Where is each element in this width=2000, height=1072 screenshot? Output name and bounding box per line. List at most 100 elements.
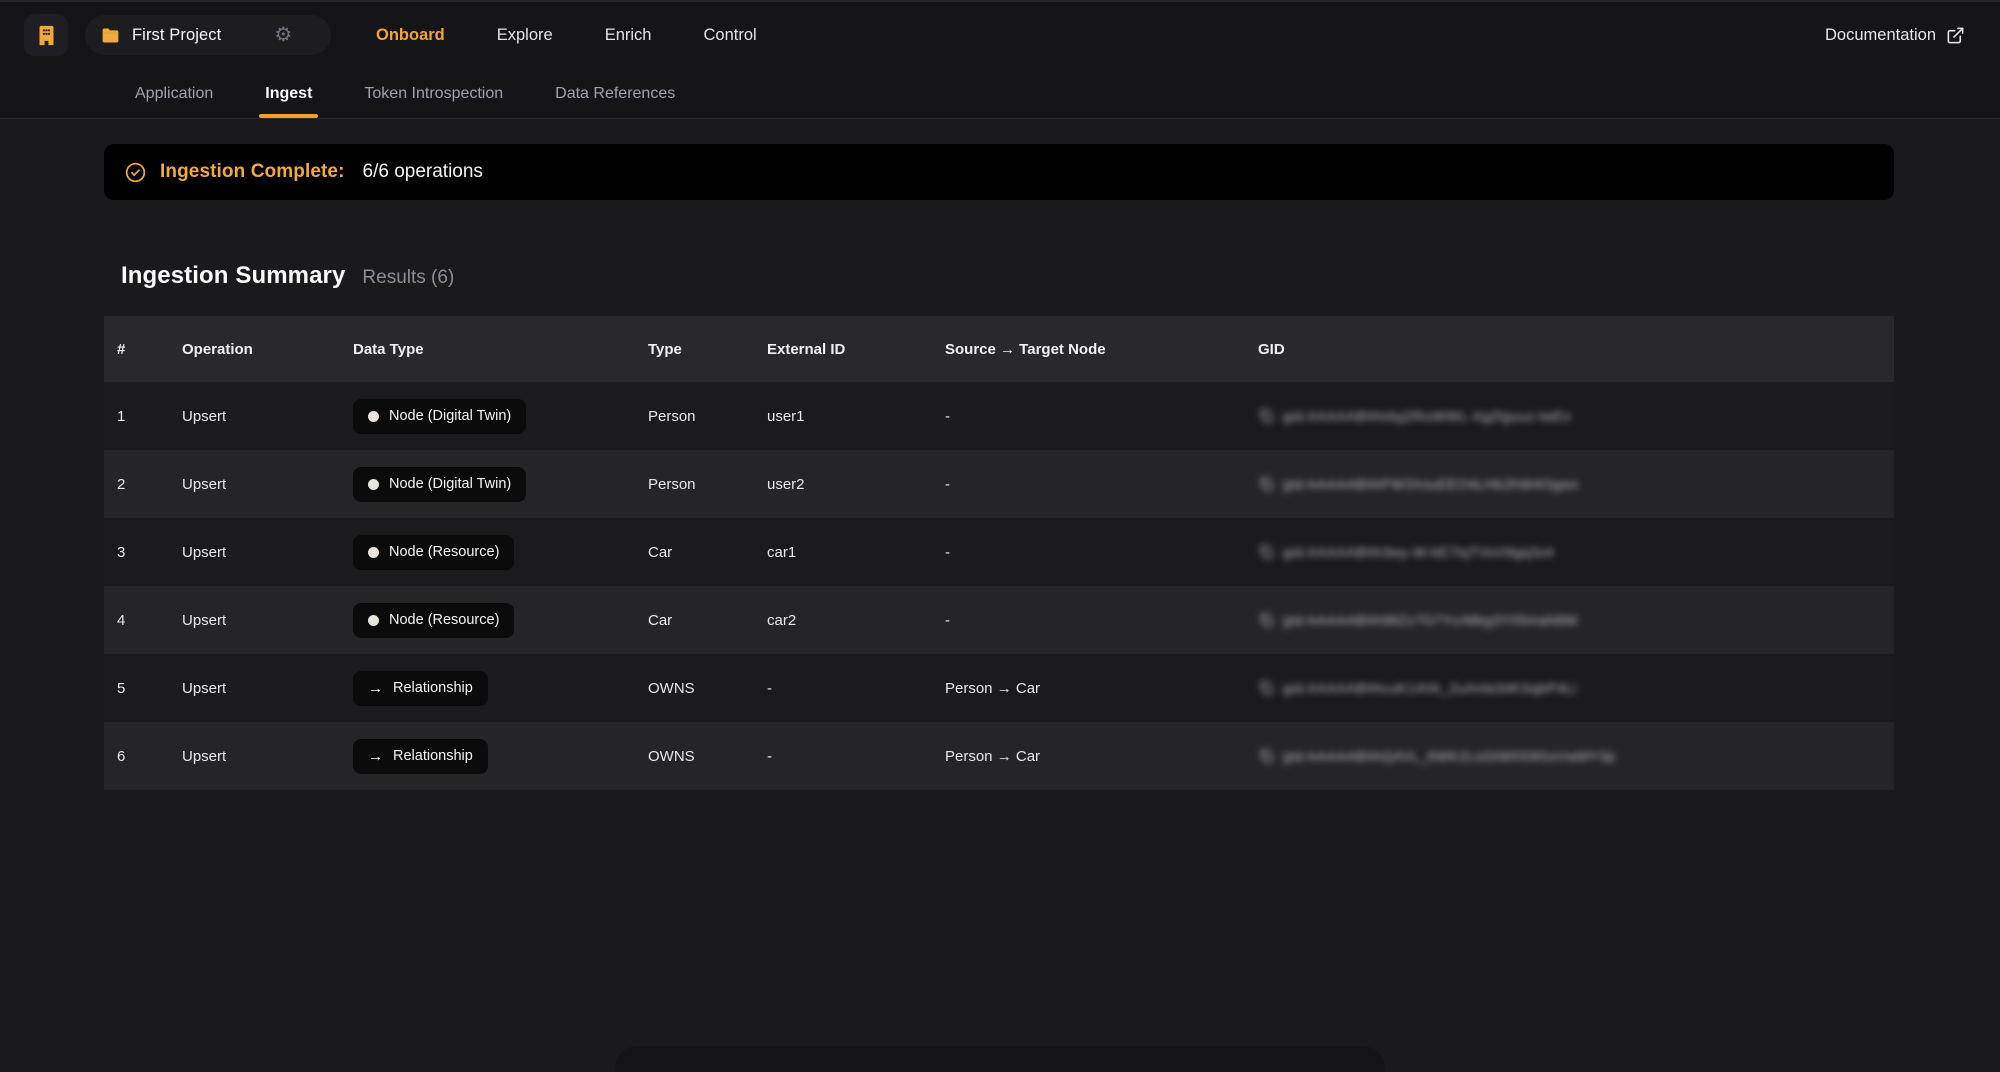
node-dot-icon [368,479,379,490]
main-content: Ingestion Complete: 6/6 operations Inges… [104,119,1894,790]
row-num: 3 [117,544,182,561]
page-title: Ingestion Summary [121,262,345,290]
row-num: 4 [117,612,182,629]
row-source-target: - [945,476,1258,493]
tab-application[interactable]: Application [135,68,213,120]
data-type-badge: Node (Digital Twin) [353,467,526,502]
row-operation: Upsert [182,612,353,629]
row-gid[interactable]: gid:AAAAABhhcuK14Vk_2uAnla34KSqbP4Li [1258,680,1894,696]
gid-value: gid:AAAAABhh98Zz7G7YcrMkg3Y05maN8M [1283,612,1578,628]
gid-value: gid:AAAAABhh3wy-W-kE7IqTVoV9gq3x4 [1283,544,1554,560]
copy-icon[interactable] [1258,544,1274,560]
ingestion-status-banner: Ingestion Complete: 6/6 operations [104,144,1894,200]
nav-tab-enrich[interactable]: Enrich [605,26,652,45]
gid-value: gid:AAAAABhhcuK14Vk_2uAnla34KSqbP4Li [1283,680,1577,696]
row-operation: Upsert [182,748,353,765]
row-external-id: user1 [767,408,945,425]
table-row: 5 Upsert →Relationship OWNS - Person → C… [104,654,1894,722]
nav-tab-onboard[interactable]: Onboard [376,26,445,45]
row-operation: Upsert [182,408,353,425]
row-external-id: car2 [767,612,945,629]
copy-icon[interactable] [1258,680,1274,696]
node-dot-icon [368,615,379,626]
app-logo-button[interactable] [24,14,68,56]
arrow-right-icon: → [368,681,383,696]
summary-header: Ingestion Summary Results (6) [121,262,1894,290]
top-header: First Project ⚙ Onboard Explore Enrich C… [0,0,2000,119]
col-data-type: Data Type [353,341,648,358]
row-operation: Upsert [182,476,353,493]
row-num: 2 [117,476,182,493]
row-external-id: car1 [767,544,945,561]
gid-value: gid:AAAAABhhFW3XsuEEO4LHk2hW4Ogwx [1283,476,1579,492]
external-link-icon [1946,26,1965,45]
row-num: 1 [117,408,182,425]
col-gid: GID [1258,341,1894,358]
table-row: 2 Upsert Node (Digital Twin) Person user… [104,450,1894,518]
badge-label: Node (Resource) [389,612,499,628]
col-num: # [117,341,182,358]
row-gid[interactable]: gid:AAAAABhhQ4VL_6WK2LsGtW0S9GsVwMY3p [1258,748,1894,764]
col-source-target: Source → Target Node [945,341,1258,358]
badge-label: Node (Resource) [389,544,499,560]
table-row: 3 Upsert Node (Resource) Car car1 - gid:… [104,518,1894,586]
secondary-nav-row: Application Ingest Token Introspection D… [0,68,2000,120]
gear-icon[interactable]: ⚙ [274,25,292,45]
gid-value: gid:AAAAABhhQ4VL_6WK2LsGtW0S9GsVwMY3p [1283,748,1615,764]
banner-detail: 6/6 operations [363,161,483,183]
row-source-target: - [945,408,1258,425]
row-source-target: - [945,612,1258,629]
row-operation: Upsert [182,544,353,561]
table-row: 6 Upsert →Relationship OWNS - Person → C… [104,722,1894,790]
table-row: 1 Upsert Node (Digital Twin) Person user… [104,382,1894,450]
badge-label: Node (Digital Twin) [389,476,511,492]
table-row: 4 Upsert Node (Resource) Car car2 - gid:… [104,586,1894,654]
nav-tab-control[interactable]: Control [703,26,756,45]
data-type-badge: Node (Resource) [353,535,514,570]
row-gid[interactable]: gid:AAAAABhh3wy-W-kE7IqTVoV9gq3x4 [1258,544,1894,560]
row-type: Car [648,544,767,561]
row-type: Person [648,408,767,425]
copy-icon[interactable] [1258,612,1274,628]
gid-value: gid:AAAAABhht4yj2RuWWL-Xg2lguuz-twEx [1283,408,1571,424]
row-external-id: - [767,748,945,765]
project-name: First Project [132,26,221,45]
primary-nav-row: First Project ⚙ Onboard Explore Enrich C… [0,2,2000,68]
banner-title: Ingestion Complete: [160,161,345,183]
folder-icon [100,25,121,46]
tab-ingest[interactable]: Ingest [265,68,312,120]
table-header-row: # Operation Data Type Type External ID S… [104,316,1894,382]
row-external-id: user2 [767,476,945,493]
data-type-badge: Node (Digital Twin) [353,399,526,434]
primary-nav-tabs: Onboard Explore Enrich Control [376,26,757,45]
row-gid[interactable]: gid:AAAAABhhFW3XsuEEO4LHk2hW4Ogwx [1258,476,1894,492]
node-dot-icon [368,411,379,422]
tab-data-references[interactable]: Data References [555,68,675,120]
project-selector[interactable]: First Project ⚙ [85,15,331,55]
copy-icon[interactable] [1258,476,1274,492]
row-type: OWNS [648,680,767,697]
badge-label: Relationship [393,680,473,696]
row-gid[interactable]: gid:AAAAABhht4yj2RuWWL-Xg2lguuz-twEx [1258,408,1894,424]
copy-icon[interactable] [1258,748,1274,764]
documentation-link[interactable]: Documentation [1825,26,1965,45]
results-count: Results (6) [362,267,454,289]
documentation-label: Documentation [1825,26,1936,45]
badge-label: Node (Digital Twin) [389,408,511,424]
row-type: Person [648,476,767,493]
check-circle-icon [124,161,147,184]
building-icon [35,24,58,47]
copy-icon[interactable] [1258,408,1274,424]
data-type-badge: →Relationship [353,739,488,774]
row-source-target: - [945,544,1258,561]
tab-token-introspection[interactable]: Token Introspection [364,68,503,120]
row-external-id: - [767,680,945,697]
row-operation: Upsert [182,680,353,697]
col-operation: Operation [182,341,353,358]
row-type: OWNS [648,748,767,765]
row-source-target: Person → Car [945,680,1258,697]
nav-tab-explore[interactable]: Explore [497,26,553,45]
col-type: Type [648,341,767,358]
arrow-right-icon: → [368,749,383,764]
row-gid[interactable]: gid:AAAAABhh98Zz7G7YcrMkg3Y05maN8M [1258,612,1894,628]
